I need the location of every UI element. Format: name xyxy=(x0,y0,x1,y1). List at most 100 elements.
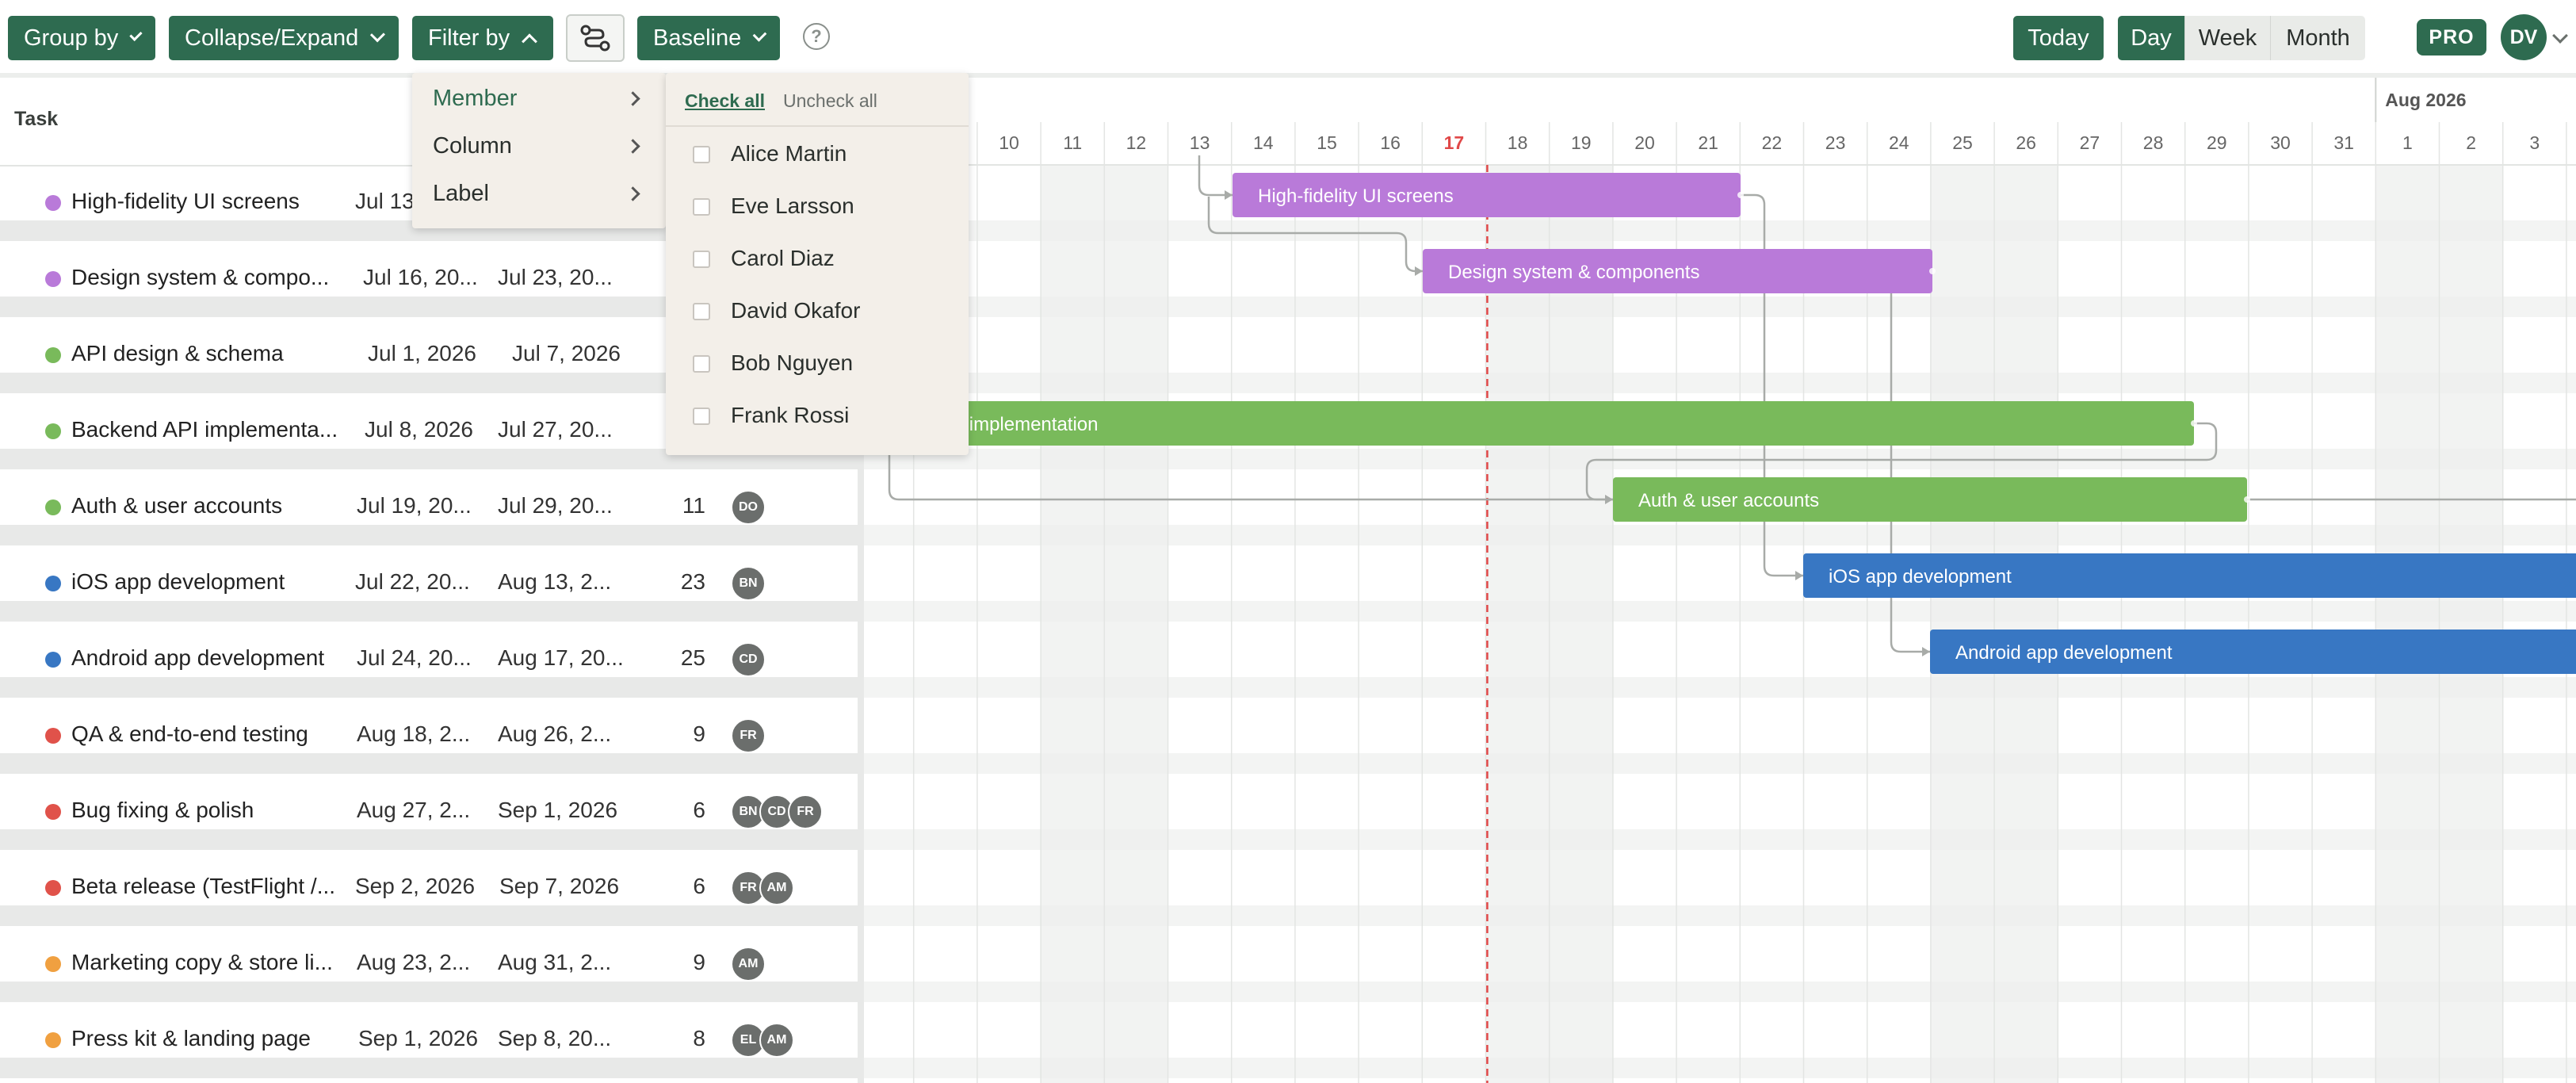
user-avatar[interactable]: DV xyxy=(2501,14,2547,60)
bar-end-handle[interactable] xyxy=(2191,420,2197,427)
day-label[interactable]: 20 xyxy=(1634,132,1655,153)
member-checkbox[interactable] xyxy=(693,408,710,425)
assignee-avatar[interactable]: CD xyxy=(731,642,766,677)
pro-badge[interactable]: PRO xyxy=(2417,19,2486,55)
uncheck-all-link[interactable]: Uncheck all xyxy=(783,90,877,112)
filter-menu-column[interactable]: Column xyxy=(433,133,512,159)
bar-end-handle[interactable] xyxy=(2244,496,2250,503)
assignee-avatar[interactable]: FR xyxy=(788,794,823,829)
day-label[interactable]: 2 xyxy=(2466,132,2476,153)
help-icon[interactable]: ? xyxy=(803,23,830,50)
task-name[interactable]: Beta release (TestFlight /... xyxy=(71,874,335,899)
day-label[interactable]: 23 xyxy=(1825,132,1846,153)
task-row[interactable]: Auth & user accounts Jul 19, 20... Jul 29,… xyxy=(0,469,858,545)
day-label[interactable]: 26 xyxy=(2016,132,2036,153)
task-row[interactable]: iOS app development Jul 22, 20... Aug 13, … xyxy=(0,545,858,622)
timeline-header xyxy=(864,78,2576,165)
task-name[interactable]: iOS app development xyxy=(71,569,285,595)
task-name[interactable]: Bug fixing & polish xyxy=(71,798,254,823)
day-label[interactable]: 21 xyxy=(1698,132,1718,153)
member-name: Alice Martin xyxy=(731,141,847,166)
day-label[interactable]: 10 xyxy=(999,132,1019,153)
day-label[interactable]: 14 xyxy=(1253,132,1274,153)
member-option[interactable]: David Okafor xyxy=(666,287,969,339)
member-option[interactable]: Alice Martin xyxy=(666,130,969,182)
dependency-arrow-icon xyxy=(1922,647,1930,656)
task-name[interactable]: Press kit & landing page xyxy=(71,1026,311,1051)
member-option[interactable]: Bob Nguyen xyxy=(666,339,969,392)
group-by-button[interactable]: Group by xyxy=(8,16,155,60)
task-name[interactable]: High-fidelity UI screens xyxy=(71,189,300,214)
view-month-button[interactable]: Month xyxy=(2270,16,2365,60)
chevron-down-icon[interactable] xyxy=(2552,28,2568,44)
day-label[interactable]: 30 xyxy=(2270,132,2291,153)
task-end-date: Aug 31, 2... xyxy=(498,950,612,974)
day-label[interactable]: 1 xyxy=(2402,132,2413,153)
chevron-down-icon xyxy=(129,28,143,41)
bar-end-handle[interactable] xyxy=(1737,192,1744,198)
member-option[interactable]: Carol Diaz xyxy=(666,235,969,287)
row-baseline-stripe xyxy=(0,753,858,774)
assignee-avatar[interactable]: DO xyxy=(731,490,766,525)
member-checkbox[interactable] xyxy=(693,251,710,268)
day-label[interactable]: 3 xyxy=(2529,132,2540,153)
assignee-avatar[interactable]: BN xyxy=(731,566,766,601)
day-label[interactable]: 11 xyxy=(1063,132,1082,153)
day-label[interactable]: 29 xyxy=(2207,132,2227,153)
bar-end-handle[interactable] xyxy=(1929,268,1936,274)
task-row[interactable]: Bug fixing & polish Aug 27, 2... Sep 1, 20… xyxy=(0,774,858,850)
day-label[interactable]: 18 xyxy=(1508,132,1528,153)
assignee-avatar[interactable]: FR xyxy=(731,718,766,753)
view-week-button[interactable]: Week xyxy=(2184,16,2270,60)
dependencies-toggle-button[interactable] xyxy=(566,14,625,62)
member-option[interactable]: Eve Larsson xyxy=(666,182,969,235)
task-row[interactable]: Android app development Jul 24, 20... Aug … xyxy=(0,622,858,698)
member-checkbox[interactable] xyxy=(693,355,710,373)
day-label[interactable]: 25 xyxy=(1952,132,1973,153)
day-label[interactable]: 15 xyxy=(1317,132,1337,153)
today-label: Today xyxy=(2028,25,2089,51)
day-label[interactable]: 12 xyxy=(1126,132,1147,153)
day-label[interactable]: 22 xyxy=(1762,132,1783,153)
task-name[interactable]: Marketing copy & store li... xyxy=(71,950,333,975)
day-label[interactable]: 17 xyxy=(1444,132,1465,153)
assignee-avatar[interactable]: AM xyxy=(759,871,794,905)
day-label[interactable]: 16 xyxy=(1380,132,1401,153)
member-checkbox[interactable] xyxy=(693,198,710,216)
day-label[interactable]: 27 xyxy=(2080,132,2100,153)
member-checkbox[interactable] xyxy=(693,146,710,163)
check-all-link[interactable]: Check all xyxy=(685,90,765,112)
day-label[interactable]: 28 xyxy=(2143,132,2164,153)
today-button[interactable]: Today xyxy=(2013,16,2104,60)
filter-by-label: Filter by xyxy=(428,25,510,51)
filter-menu-member[interactable]: Member xyxy=(433,86,517,112)
assignee-avatar[interactable]: AM xyxy=(731,947,766,982)
task-row[interactable]: QA & end-to-end testing Aug 18, 2... Aug 2… xyxy=(0,698,858,774)
baseline-button[interactable]: Baseline xyxy=(637,16,780,60)
row-baseline-stripe xyxy=(0,1058,858,1078)
day-label[interactable]: 19 xyxy=(1571,132,1592,153)
task-column-header[interactable]: Task xyxy=(14,108,58,131)
day-label[interactable]: 31 xyxy=(2333,132,2354,153)
day-label[interactable]: 13 xyxy=(1190,132,1210,153)
task-assignees: CD xyxy=(731,642,766,677)
task-name[interactable]: QA & end-to-end testing xyxy=(71,721,308,747)
task-name[interactable]: Design system & compo... xyxy=(71,265,329,290)
assignee-avatar[interactable]: AM xyxy=(759,1023,794,1058)
task-row[interactable]: Marketing copy & store li... Aug 23, 2...… xyxy=(0,926,858,1002)
task-row[interactable]: Press kit & landing page Sep 1, 2026 Sep 8… xyxy=(0,1002,858,1078)
task-name[interactable]: Backend API implementa... xyxy=(71,417,338,442)
view-day-button[interactable]: Day xyxy=(2118,16,2184,60)
day-label[interactable]: 24 xyxy=(1889,132,1909,153)
task-duration: 6 xyxy=(693,798,705,822)
filter-by-button[interactable]: Filter by xyxy=(412,16,553,60)
task-name[interactable]: Auth & user accounts xyxy=(71,493,282,519)
task-end-date: Aug 17, 20... xyxy=(498,645,624,670)
task-row[interactable]: Beta release (TestFlight /... Sep 2, 2026… xyxy=(0,850,858,926)
collapse-expand-button[interactable]: Collapse/Expand xyxy=(169,16,399,60)
member-option[interactable]: Frank Rossi xyxy=(666,392,969,444)
member-checkbox[interactable] xyxy=(693,303,710,320)
filter-menu-label[interactable]: Label xyxy=(433,181,489,207)
task-name[interactable]: API design & schema xyxy=(71,341,284,366)
task-name[interactable]: Android app development xyxy=(71,645,324,671)
